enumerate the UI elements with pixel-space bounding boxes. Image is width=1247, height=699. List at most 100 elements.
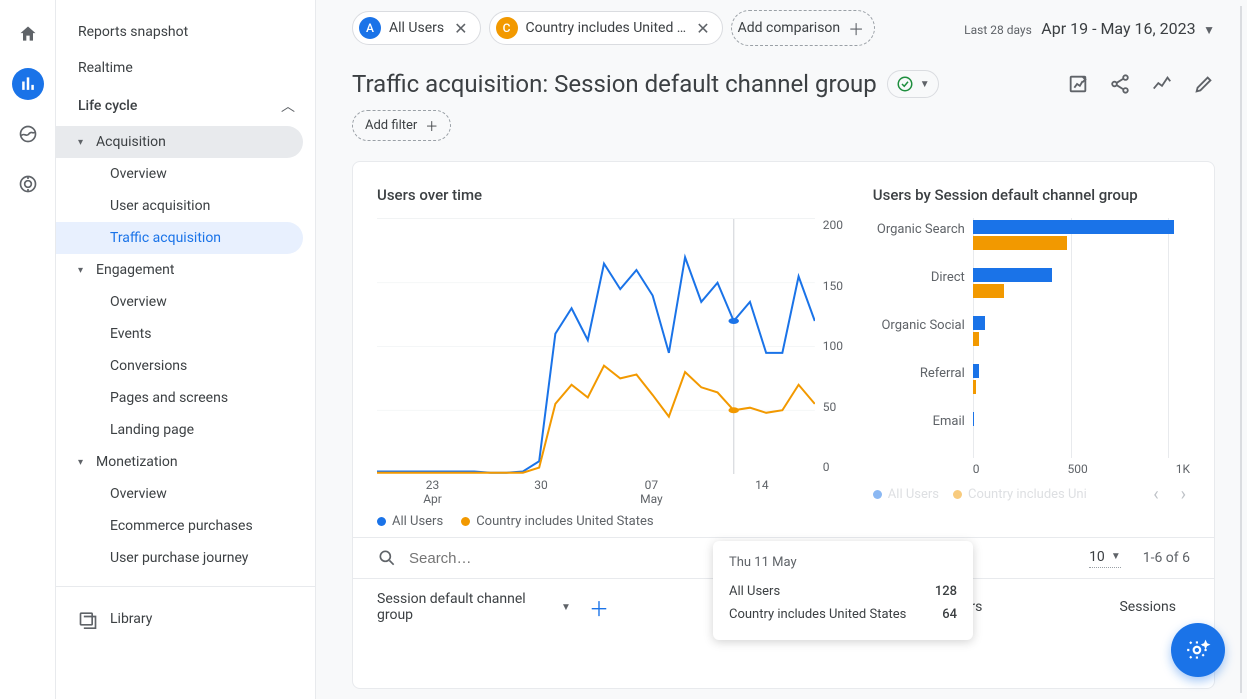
chip-all-users[interactable]: A All Users ✕ [352, 11, 481, 45]
sidebar-group-engagement[interactable]: ▾ Engagement [56, 254, 315, 286]
chart-area: Users over time 200 150 100 50 0 [353, 162, 1214, 538]
report-card: Users over time 200 150 100 50 0 [352, 161, 1215, 689]
reports-sidebar: Reports snapshot Realtime Life cycle ︿ ▾… [56, 0, 316, 699]
sidebar-eng-conversions[interactable]: Conversions [56, 350, 315, 382]
sidebar-traffic-acquisition[interactable]: Traffic acquisition [56, 222, 303, 254]
bar-segment[interactable] [973, 220, 1174, 234]
bar-segment[interactable] [973, 316, 985, 330]
add-filter-label: Add filter [365, 118, 417, 133]
rows-per-page-select[interactable]: 10 ▼ [1089, 549, 1121, 568]
badge-a-icon: A [359, 17, 381, 39]
x-axis-labels: 23Apr 30 07May 14 [377, 478, 815, 508]
dimension-header[interactable]: Session default channel group ▼ ＋ [377, 591, 609, 623]
bar-chart-panel: Users by Session default channel group O… [873, 186, 1190, 529]
status-pill[interactable]: ▼ [887, 70, 939, 98]
monetization-label: Monetization [96, 454, 178, 470]
library-icon [78, 609, 98, 629]
add-filter-button[interactable]: Add filter ＋ [352, 110, 451, 141]
bar-segment[interactable] [973, 284, 1004, 298]
bar-row: Email [873, 410, 1190, 458]
sidebar-library[interactable]: Library [56, 599, 315, 639]
chip-a-label: All Users [389, 20, 444, 36]
pagination-range: 1-6 of 6 [1143, 550, 1190, 566]
line-plot-area [377, 218, 815, 474]
insights-icon[interactable] [1151, 73, 1173, 95]
tooltip-date: Thu 11 May [729, 555, 957, 570]
plus-icon: ＋ [848, 16, 864, 40]
caret-down-icon: ▾ [78, 457, 96, 468]
daterange-value: Apr 19 - May 16, 2023 [1041, 19, 1195, 38]
bar-chart[interactable]: Organic SearchDirectOrganic SocialReferr… [873, 218, 1190, 478]
bar-segment[interactable] [973, 380, 976, 394]
tooltip-row: Country includes United States 64 [729, 603, 957, 626]
filter-row: Add filter ＋ [352, 110, 1215, 141]
sidebar-group-monetization[interactable]: ▾ Monetization [56, 446, 315, 478]
bar-category-label: Organic Social [873, 314, 973, 333]
insights-fab[interactable] [1171, 623, 1225, 677]
legend-country-us[interactable]: Country includes United States [461, 514, 653, 529]
sidebar-reports-snapshot[interactable]: Reports snapshot [56, 14, 315, 50]
sidebar-section-lifecycle[interactable]: Life cycle ︿ [56, 86, 315, 126]
legend-prev-icon[interactable]: ‹ [1149, 484, 1162, 505]
search-icon[interactable] [377, 548, 397, 568]
bar-segment[interactable] [973, 268, 1052, 282]
bar-chart-legend: All Users Country includes Uni ‹ › [873, 484, 1190, 505]
customize-report-icon[interactable] [1067, 73, 1089, 95]
chevron-down-icon: ▼ [1111, 551, 1121, 562]
bar-segment[interactable] [973, 364, 979, 378]
sidebar-eng-overview[interactable]: Overview [56, 286, 315, 318]
explore-icon[interactable] [12, 118, 44, 150]
engagement-label: Engagement [96, 262, 174, 278]
y-axis-labels: 200 150 100 50 0 [819, 218, 853, 474]
sidebar-group-acquisition[interactable]: ▾ Acquisition [56, 126, 303, 158]
legend-next-icon[interactable]: › [1177, 484, 1190, 505]
line-chart-panel: Users over time 200 150 100 50 0 [377, 186, 853, 529]
sidebar-eng-pages[interactable]: Pages and screens [56, 382, 315, 414]
bar-category-label: Direct [873, 266, 973, 285]
line-chart-legend: All Users Country includes United States [377, 514, 853, 529]
sidebar-mon-ecommerce[interactable]: Ecommerce purchases [56, 510, 315, 542]
bar-segment[interactable] [973, 412, 974, 426]
share-icon[interactable] [1109, 73, 1131, 95]
sidebar-realtime[interactable]: Realtime [56, 50, 315, 86]
home-icon[interactable] [12, 18, 44, 50]
advertising-icon[interactable] [12, 168, 44, 200]
sidebar-user-acquisition[interactable]: User acquisition [56, 190, 315, 222]
chip-country-us[interactable]: C Country includes United … ✕ [489, 11, 723, 45]
bar-row: Referral [873, 362, 1190, 410]
close-icon[interactable]: ✕ [694, 19, 711, 38]
close-icon[interactable]: ✕ [452, 19, 469, 38]
add-comparison-button[interactable]: Add comparison ＋ [731, 10, 876, 46]
chip-c-label: Country includes United … [526, 20, 687, 36]
line-chart[interactable]: 200 150 100 50 0 23Apr 30 07May [377, 218, 853, 508]
title-bar: Traffic acquisition: Session default cha… [352, 70, 1215, 98]
reports-icon[interactable] [12, 68, 44, 100]
sidebar-acq-overview[interactable]: Overview [56, 158, 315, 190]
bar-legend-country-us[interactable]: Country includes Uni [953, 487, 1087, 502]
date-range-picker[interactable]: Last 28 days Apr 19 - May 16, 2023 ▼ [964, 19, 1215, 38]
dot-icon [873, 490, 882, 499]
sidebar-eng-events[interactable]: Events [56, 318, 315, 350]
add-comparison-label: Add comparison [738, 20, 841, 36]
bar-segment[interactable] [973, 332, 979, 346]
dot-icon [377, 517, 386, 526]
col-sessions[interactable]: Sessions [996, 599, 1190, 615]
bar-legend-all-users[interactable]: All Users [873, 487, 939, 502]
scrollbar[interactable] [1240, 6, 1242, 693]
sidebar-eng-landing[interactable]: Landing page [56, 414, 315, 446]
caret-down-icon: ▾ [78, 137, 96, 148]
line-chart-title: Users over time [377, 186, 853, 204]
check-circle-icon [896, 75, 914, 93]
sidebar-mon-journey[interactable]: User purchase journey [56, 542, 315, 574]
edit-icon[interactable] [1193, 73, 1215, 95]
divider [56, 586, 315, 587]
daterange-label: Last 28 days [964, 23, 1032, 37]
chevron-down-icon: ▼ [1203, 23, 1215, 37]
legend-all-users[interactable]: All Users [377, 514, 443, 529]
bar-rows: Organic SearchDirectOrganic SocialReferr… [873, 218, 1190, 458]
title-actions [1067, 73, 1215, 95]
bar-segment[interactable] [973, 236, 1068, 250]
plus-icon: ＋ [425, 116, 438, 135]
sidebar-mon-overview[interactable]: Overview [56, 478, 315, 510]
add-dimension-icon[interactable]: ＋ [589, 593, 609, 622]
